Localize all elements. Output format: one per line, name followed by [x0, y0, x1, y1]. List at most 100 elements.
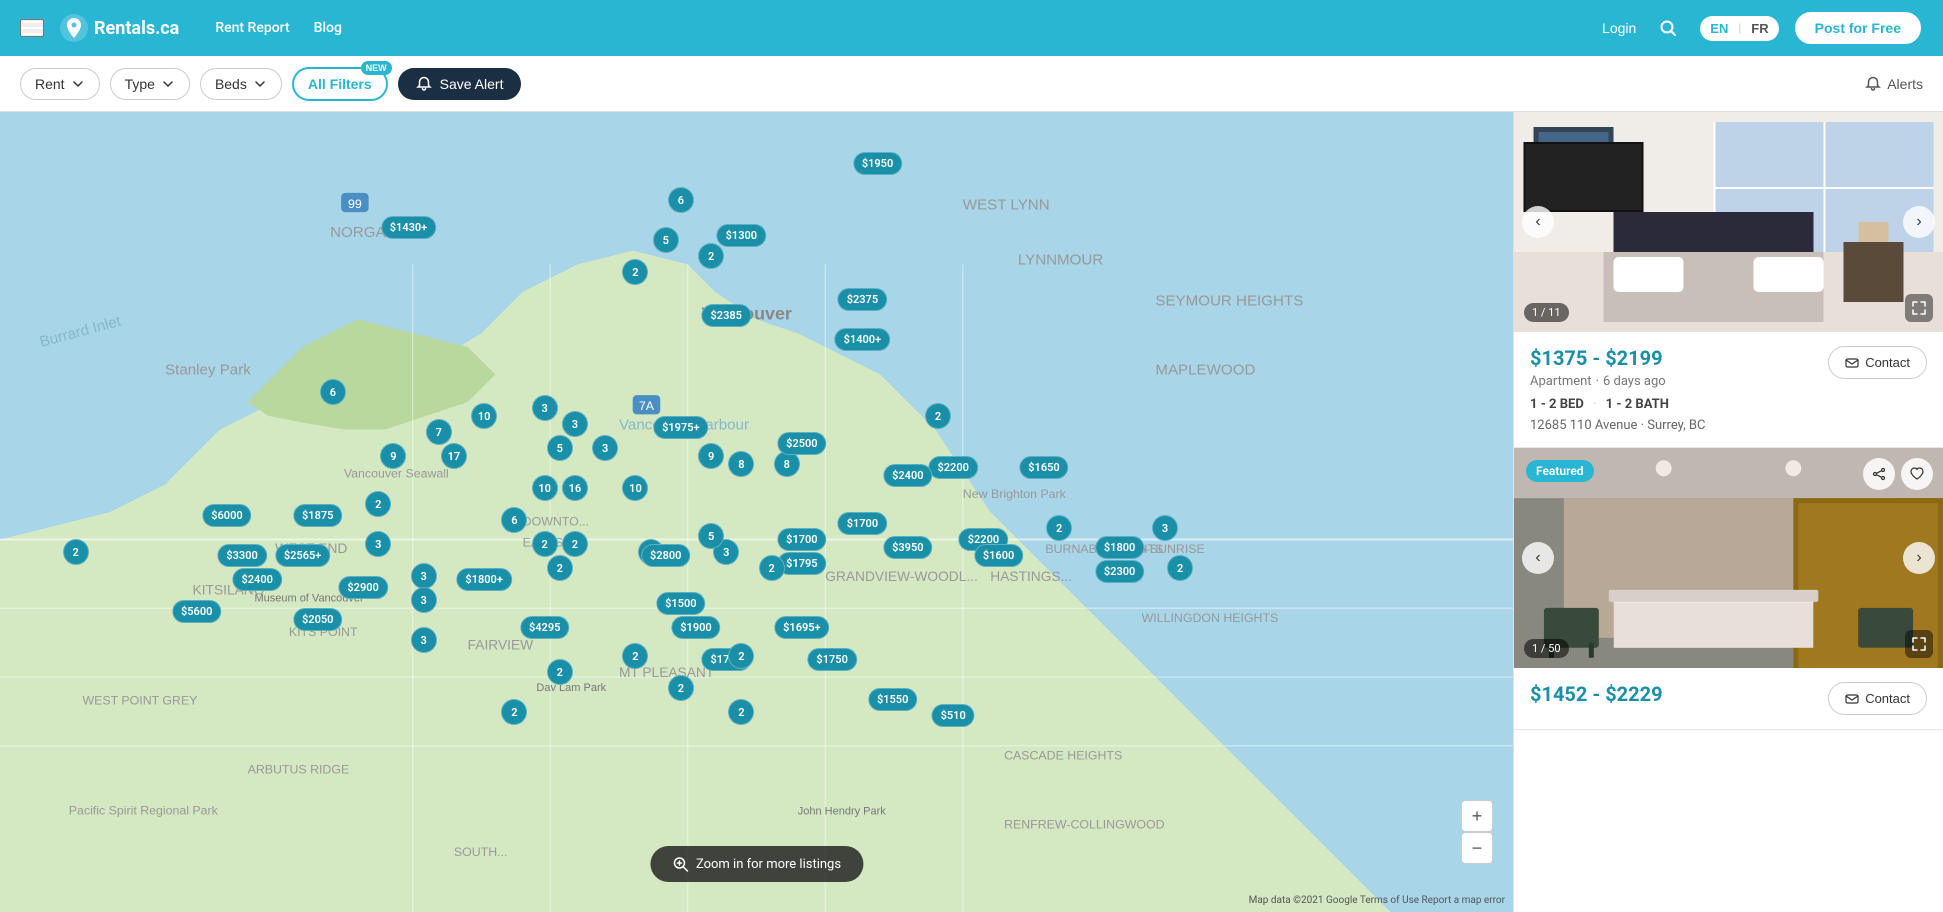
map-marker-m57[interactable]: $1795 — [777, 552, 826, 575]
map-marker-m2[interactable]: $1950 — [853, 152, 902, 175]
map-marker-m61[interactable]: $1600 — [974, 544, 1023, 567]
map-marker-m17[interactable]: 5 — [547, 435, 573, 461]
map-marker-m3[interactable]: 6 — [668, 187, 694, 213]
hamburger-menu[interactable] — [20, 19, 44, 37]
map-marker-m54[interactable]: $1700 — [838, 512, 887, 535]
map-marker-m19[interactable]: 3 — [592, 435, 618, 461]
map-marker-m13[interactable]: 7 — [426, 419, 452, 445]
listing-1-contact-button[interactable]: Contact — [1828, 346, 1927, 379]
map-marker-m77[interactable]: 2 — [1167, 555, 1193, 581]
map-marker-m65[interactable]: $2300 — [1095, 560, 1144, 583]
map-marker-m8[interactable]: $2385 — [702, 304, 751, 327]
map-marker-m43[interactable]: $2900 — [338, 576, 387, 599]
map-marker-m79[interactable]: 2 — [501, 699, 527, 725]
listing-2-contact-button[interactable]: Contact — [1828, 682, 1927, 715]
map-marker-m18[interactable]: 3 — [562, 411, 588, 437]
map-marker-m40[interactable]: 3 — [365, 531, 391, 557]
map-marker-m70[interactable]: $1750 — [807, 648, 856, 671]
map-marker-m73[interactable]: 2 — [547, 659, 573, 685]
map-marker-m25[interactable]: 2 — [925, 403, 951, 429]
map-marker-m30[interactable]: 2 — [532, 531, 558, 557]
map-marker-m31[interactable]: 2 — [562, 531, 588, 557]
map-marker-m52[interactable]: $1650 — [1019, 456, 1068, 479]
map-marker-m10[interactable]: $1400+ — [835, 328, 890, 351]
nav-blog[interactable]: Blog — [314, 20, 342, 36]
all-filters-button[interactable]: NEW All Filters — [292, 67, 388, 101]
map-marker-m26[interactable]: 10 — [532, 475, 558, 501]
map-marker-m46[interactable]: 2 — [547, 555, 573, 581]
map-marker-m71[interactable]: 2 — [622, 643, 648, 669]
lang-fr-button[interactable]: FR — [1741, 16, 1778, 41]
map-marker-m20[interactable]: $1975+ — [653, 416, 708, 439]
map-marker-m75[interactable]: $1550 — [868, 688, 917, 711]
search-button[interactable] — [1650, 10, 1686, 46]
map-marker-m78[interactable]: $1500 — [656, 592, 705, 615]
map-marker-m63[interactable]: $1800 — [1095, 536, 1144, 559]
map-marker-m12[interactable]: 10 — [471, 403, 497, 429]
map-marker-m47[interactable]: $5600 — [172, 600, 221, 623]
map-marker-m7[interactable]: 2 — [698, 243, 724, 269]
map-marker-m24[interactable]: $2500 — [777, 432, 826, 455]
map-marker-m9[interactable]: $2375 — [838, 288, 887, 311]
type-filter-button[interactable]: Type — [110, 68, 190, 100]
map-marker-m53[interactable]: $2400 — [883, 464, 932, 487]
map-marker-m51[interactable]: $2200 — [928, 456, 977, 479]
map-marker-m80[interactable]: 2 — [728, 699, 754, 725]
listing-1-prev-button[interactable]: ‹ — [1522, 206, 1554, 238]
map-marker-m59[interactable]: $3950 — [883, 536, 932, 559]
zoom-out-button[interactable]: − — [1461, 832, 1493, 864]
map-marker-m48[interactable]: $2050 — [293, 608, 342, 631]
map-marker-m36[interactable]: 2 — [365, 491, 391, 517]
map-area[interactable]: NORGATE Stanley Park WEST LYNN LYNNMOUR … — [0, 112, 1513, 912]
map-marker-m74[interactable]: 2 — [668, 675, 694, 701]
listing-2-share-button[interactable] — [1863, 458, 1895, 490]
map-marker-m41[interactable]: 2 — [63, 539, 89, 565]
map-marker-m66[interactable]: 3 — [411, 627, 437, 653]
map-marker-m62[interactable]: 2 — [1046, 515, 1072, 541]
login-button[interactable]: Login — [1602, 20, 1636, 36]
map-marker-m14[interactable]: 3 — [532, 395, 558, 421]
listing-1-expand-button[interactable] — [1905, 294, 1933, 322]
logo[interactable]: Rentals.ca — [60, 14, 179, 42]
zoom-in-button[interactable]: + — [1461, 800, 1493, 832]
map-marker-m34[interactable]: $2800 — [641, 544, 690, 567]
post-free-button[interactable]: Post for Free — [1793, 10, 1923, 46]
save-alert-button[interactable]: Save Alert — [398, 68, 522, 100]
map-marker-m64[interactable]: 3 — [1152, 515, 1178, 541]
map-marker-m56[interactable]: $1700 — [777, 528, 826, 551]
map-marker-m39[interactable]: $2565+ — [275, 544, 330, 567]
map-marker-m5[interactable]: $1300 — [717, 224, 766, 247]
map-marker-m68[interactable]: $1695+ — [774, 616, 829, 639]
listing-2-favorite-button[interactable] — [1901, 458, 1933, 490]
map-marker-m6[interactable]: 2 — [622, 259, 648, 285]
map-marker-m49[interactable]: 3 — [411, 587, 437, 613]
map-marker-m45[interactable]: $1800+ — [456, 568, 511, 591]
map-marker-m50[interactable]: $4295 — [520, 616, 569, 639]
map-marker-m72[interactable]: 2 — [728, 643, 754, 669]
map-marker-m16[interactable]: 9 — [380, 443, 406, 469]
rent-filter-button[interactable]: Rent — [20, 68, 100, 100]
listing-1-next-button[interactable]: › — [1903, 206, 1935, 238]
map-marker-m28[interactable]: 10 — [622, 475, 648, 501]
alerts-button[interactable]: Alerts — [1865, 76, 1923, 92]
map-marker-m76[interactable]: $510 — [932, 704, 975, 727]
map-marker-m4[interactable]: 5 — [653, 227, 679, 253]
map-marker-m27[interactable]: 16 — [562, 475, 588, 501]
map-marker-m29[interactable]: 6 — [501, 507, 527, 533]
beds-filter-button[interactable]: Beds — [200, 68, 282, 100]
map-marker-m11[interactable]: 6 — [320, 379, 346, 405]
map-marker-m67[interactable]: $1900 — [671, 616, 720, 639]
map-marker-m55[interactable]: 5 — [698, 523, 724, 549]
listing-2-next-button[interactable]: › — [1903, 542, 1935, 574]
listing-2-expand-button[interactable] — [1905, 630, 1933, 658]
map-marker-m44[interactable]: 3 — [411, 563, 437, 589]
map-marker-m38[interactable]: $3300 — [217, 544, 266, 567]
nav-rent-report[interactable]: Rent Report — [215, 20, 289, 36]
map-marker-m42[interactable]: $2400 — [232, 568, 281, 591]
map-marker-m37[interactable]: $6000 — [202, 504, 251, 527]
map-marker-m1[interactable]: $1430+ — [381, 216, 436, 239]
map-marker-m35[interactable]: $1875 — [293, 504, 342, 527]
map-marker-m21[interactable]: 9 — [698, 443, 724, 469]
lang-en-button[interactable]: EN — [1700, 16, 1738, 41]
map-marker-m22[interactable]: 8 — [728, 451, 754, 477]
